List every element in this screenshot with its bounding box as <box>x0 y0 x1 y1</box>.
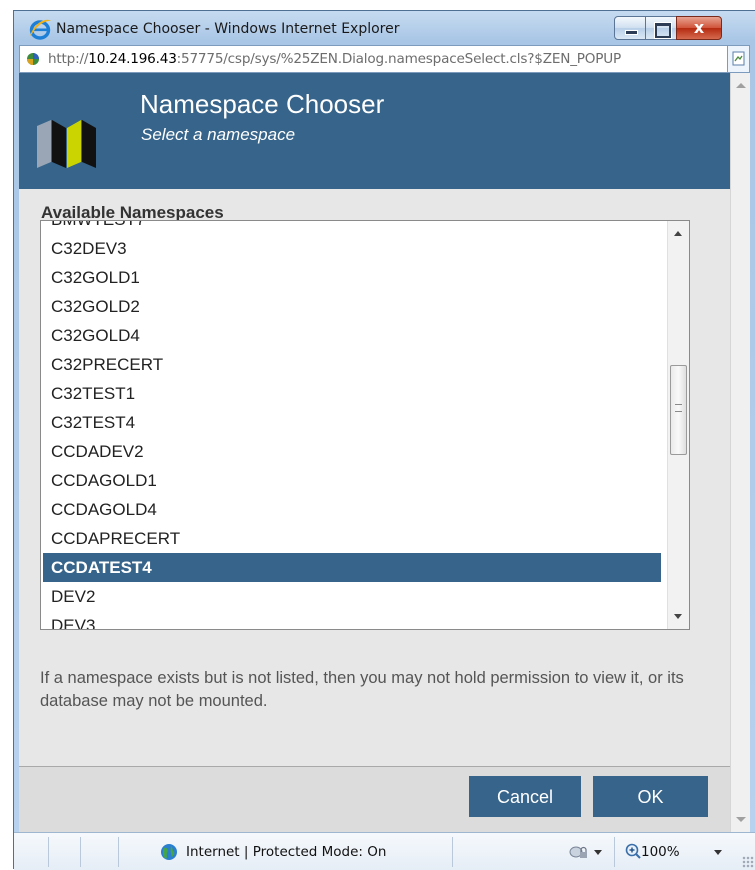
namespace-item[interactable]: C32GOLD2 <box>41 292 661 321</box>
title-bar[interactable]: Namespace Chooser - Windows Internet Exp… <box>14 11 755 45</box>
zoom-dropdown-icon[interactable] <box>714 850 722 855</box>
security-zone-label[interactable]: Internet | Protected Mode: On <box>186 844 386 860</box>
close-button[interactable]: x <box>676 16 722 40</box>
maximize-button[interactable] <box>645 16 677 40</box>
url-host: 10.24.196.43 <box>88 51 177 67</box>
namespace-item[interactable]: CCDAPRECERT <box>41 524 661 553</box>
window-title: Namespace Chooser - Windows Internet Exp… <box>56 21 400 37</box>
dialog-subtitle: Select a namespace <box>141 125 296 144</box>
namespace-item[interactable]: CCDADEV2 <box>41 437 661 466</box>
namespace-item[interactable]: CCDAGOLD1 <box>41 466 661 495</box>
list-scrollbar[interactable] <box>667 221 689 629</box>
compatibility-view-icon[interactable] <box>727 46 749 72</box>
security-lock-icon[interactable] <box>568 843 590 861</box>
namespace-item[interactable]: DEV3 <box>41 611 661 629</box>
zoom-icon[interactable] <box>624 842 642 860</box>
intersystems-logo-icon <box>37 120 96 168</box>
url-path: :57775/csp/sys/%25ZEN.Dialog.namespaceSe… <box>176 51 622 67</box>
page-scrollbar[interactable] <box>730 73 750 832</box>
status-divider <box>80 837 81 867</box>
scroll-up-icon[interactable] <box>674 231 682 236</box>
help-text: If a namespace exists but is not listed,… <box>40 669 684 710</box>
dialog-header: Namespace Chooser Select a namespace <box>19 73 730 189</box>
dialog-content: Namespace Chooser Select a namespace Ava… <box>19 73 730 832</box>
status-divider <box>614 837 615 867</box>
zoom-level[interactable]: 100% <box>641 844 680 860</box>
page-icon <box>27 53 39 65</box>
namespace-item[interactable]: DEV2 <box>41 582 661 611</box>
namespace-item[interactable]: C32DEV3 <box>41 234 661 263</box>
namespace-item[interactable]: BMWTEST7 <box>41 221 661 234</box>
namespace-item[interactable]: CCDAGOLD4 <box>41 495 661 524</box>
status-divider <box>48 837 49 867</box>
namespace-listbox[interactable]: BMWTEST7C32DEV3C32GOLD1C32GOLD2C32GOLD4C… <box>40 220 690 630</box>
page-scroll-down-icon[interactable] <box>736 817 746 822</box>
namespace-item[interactable]: CCDATEST4 <box>43 553 661 582</box>
namespace-item[interactable]: C32GOLD1 <box>41 263 661 292</box>
address-bar[interactable]: http://10.24.196.43:57775/csp/sys/%25ZEN… <box>19 45 750 73</box>
url-scheme: http:// <box>48 51 89 67</box>
scroll-down-icon[interactable] <box>674 614 682 619</box>
page-scroll-up-icon[interactable] <box>736 83 746 88</box>
close-icon: x <box>693 18 705 37</box>
minimize-button[interactable] <box>614 16 646 40</box>
namespace-item[interactable]: C32PRECERT <box>41 350 661 379</box>
status-divider <box>452 837 453 867</box>
browser-window: Namespace Chooser - Windows Internet Exp… <box>13 10 755 870</box>
status-divider <box>118 837 119 867</box>
namespace-item[interactable]: C32GOLD4 <box>41 321 661 350</box>
namespace-item[interactable]: C32TEST1 <box>41 379 661 408</box>
namespace-item[interactable]: C32TEST4 <box>41 408 661 437</box>
internet-explorer-icon <box>29 19 51 40</box>
security-dropdown-icon[interactable] <box>594 850 602 855</box>
cancel-button[interactable]: Cancel <box>469 776 581 817</box>
globe-icon <box>161 844 177 860</box>
dialog-footer: Cancel OK <box>19 766 730 832</box>
ok-button[interactable]: OK <box>593 776 708 817</box>
compat-page-icon <box>732 51 745 66</box>
scroll-thumb[interactable] <box>670 365 687 455</box>
namespace-list: BMWTEST7C32DEV3C32GOLD1C32GOLD2C32GOLD4C… <box>41 221 661 629</box>
dialog-title: Namespace Chooser <box>140 89 385 119</box>
resize-grip-icon[interactable] <box>742 856 754 868</box>
address-url: http://10.24.196.43:57775/csp/sys/%25ZEN… <box>48 51 621 67</box>
status-bar: Internet | Protected Mode: On 100% <box>14 832 755 870</box>
